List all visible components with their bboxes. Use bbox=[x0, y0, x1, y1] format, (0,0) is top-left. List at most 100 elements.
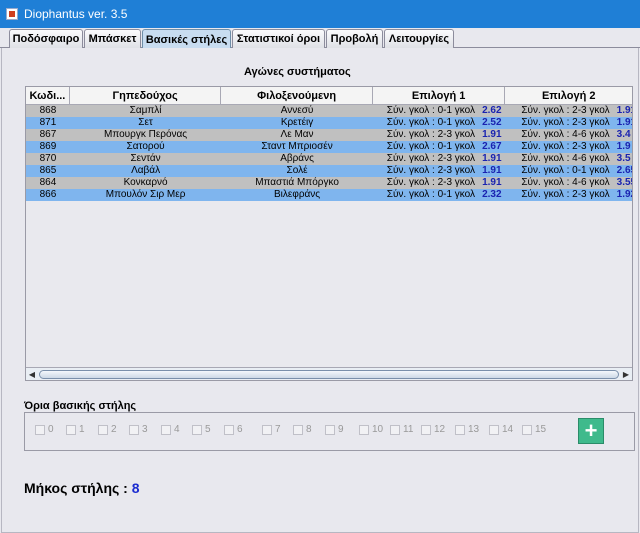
table-row[interactable]: 866 Μπουλόν Σιρ Μερ Βιλεφράνς Σύν. γκολ … bbox=[26, 189, 632, 201]
tab-basic-columns[interactable]: Βασικές στήλες bbox=[142, 29, 231, 49]
table-row[interactable]: 867 Μπουργκ Περόνας Λε Μαν Σύν. γκολ : 2… bbox=[26, 129, 632, 141]
column-header-home[interactable]: Γηπεδούχος bbox=[70, 87, 222, 105]
plus-icon: + bbox=[584, 418, 598, 443]
checkbox-box[interactable] bbox=[359, 424, 369, 435]
column-header-code[interactable]: Κωδι... bbox=[26, 87, 70, 105]
column-header-away[interactable]: Φιλοξενούμενη bbox=[221, 87, 373, 105]
checkbox-box[interactable] bbox=[161, 424, 171, 435]
checkbox-box[interactable] bbox=[35, 424, 45, 435]
cell-option2: Σύν. γκολ : 0-1 γκολ 2.65 bbox=[505, 165, 632, 177]
limit-checkbox-6[interactable]: 6 bbox=[224, 424, 243, 435]
checkbox-label: 15 bbox=[535, 424, 547, 435]
checkbox-label: 12 bbox=[434, 424, 446, 435]
checkbox-box[interactable] bbox=[224, 424, 234, 435]
option2-odd: 2.65 bbox=[616, 165, 632, 176]
option2-text: Σύν. γκολ : 2-3 γκολ bbox=[521, 117, 610, 128]
cell-away: Λε Μαν bbox=[280, 129, 314, 140]
checkbox-box[interactable] bbox=[262, 424, 272, 435]
checkbox-box[interactable] bbox=[293, 424, 303, 435]
scrollbar-thumb[interactable] bbox=[39, 370, 619, 379]
limit-checkbox-1[interactable]: 1 bbox=[66, 424, 85, 435]
option1-odd: 1.91 bbox=[482, 153, 502, 164]
checkbox-box[interactable] bbox=[192, 424, 202, 435]
scroll-right-arrow-icon[interactable]: ▶ bbox=[621, 369, 631, 379]
tab-functions[interactable]: Λειτουργίες bbox=[384, 29, 454, 48]
tab-basketball[interactable]: Μπάσκετ bbox=[84, 29, 141, 48]
checkbox-label: 3 bbox=[142, 424, 148, 435]
cell-code: 866 bbox=[39, 189, 57, 200]
limit-checkbox-15[interactable]: 15 bbox=[522, 424, 546, 435]
cell-option1: Σύν. γκολ : 0-1 γκολ 2.32 bbox=[373, 189, 506, 201]
limit-checkbox-9[interactable]: 9 bbox=[325, 424, 344, 435]
limit-checkbox-12[interactable]: 12 bbox=[421, 424, 445, 435]
cell-away: Μπαστιά Μπόργκο bbox=[255, 177, 339, 188]
cell-option1: Σύν. γκολ : 2-3 γκολ 1.91 bbox=[373, 153, 506, 165]
limit-checkbox-0[interactable]: 0 bbox=[35, 424, 54, 435]
checkbox-label: 10 bbox=[372, 424, 384, 435]
tab-statistical-terms[interactable]: Στατιστικοί όροι bbox=[232, 29, 325, 48]
table-row[interactable]: 864 Κονκαρνό Μπαστιά Μπόργκο Σύν. γκολ :… bbox=[26, 177, 632, 189]
scroll-left-arrow-icon[interactable]: ◀ bbox=[27, 369, 37, 379]
option2-text: Σύν. γκολ : 4-6 γκολ bbox=[521, 153, 610, 164]
option1-odd: 2.32 bbox=[482, 189, 502, 200]
limit-checkbox-13[interactable]: 13 bbox=[455, 424, 479, 435]
cell-option2: Σύν. γκολ : 2-3 γκολ 1.91 bbox=[505, 117, 632, 129]
tab-view[interactable]: Προβολή bbox=[326, 29, 383, 48]
tab-football[interactable]: Ποδόσφαιρο bbox=[9, 29, 83, 48]
limit-checkbox-3[interactable]: 3 bbox=[129, 424, 148, 435]
cell-away: Σταντ Μπριοσέν bbox=[261, 141, 333, 152]
cell-home: Σαμπλί bbox=[129, 105, 162, 116]
cell-option2: Σύν. γκολ : 2-3 γκολ 1.92 bbox=[505, 189, 632, 201]
checkbox-box[interactable] bbox=[522, 424, 532, 435]
cell-option2: Σύν. γκολ : 2-3 γκολ 1.91 bbox=[505, 105, 632, 117]
checkbox-label: 9 bbox=[338, 424, 344, 435]
table-row[interactable]: 871 Σετ Κρετέιγ Σύν. γκολ : 0-1 γκολ 2.52… bbox=[26, 117, 632, 129]
limit-checkbox-2[interactable]: 2 bbox=[98, 424, 117, 435]
limit-checkbox-5[interactable]: 5 bbox=[192, 424, 211, 435]
horizontal-scrollbar[interactable]: ◀ ▶ bbox=[26, 367, 632, 380]
cell-home: Μπουργκ Περόνας bbox=[104, 129, 188, 140]
option2-odd: 3.4 bbox=[616, 129, 631, 140]
table-row[interactable]: 869 Σατορού Σταντ Μπριοσέν Σύν. γκολ : 0… bbox=[26, 141, 632, 153]
option2-odd: 1.91 bbox=[616, 117, 632, 128]
window-title: Diophantus ver. 3.5 bbox=[24, 7, 128, 21]
limit-checkbox-14[interactable]: 14 bbox=[489, 424, 513, 435]
limit-checkbox-10[interactable]: 10 bbox=[359, 424, 383, 435]
add-button[interactable]: + bbox=[578, 418, 604, 444]
checkbox-box[interactable] bbox=[98, 424, 108, 435]
option1-text: Σύν. γκολ : 2-3 γκολ bbox=[386, 165, 476, 176]
checkbox-box[interactable] bbox=[489, 424, 499, 435]
table-row[interactable]: 868 Σαμπλί Αννεσύ Σύν. γκολ : 0-1 γκολ 2.… bbox=[26, 105, 632, 117]
column-length: Μήκος στήλης : 8 bbox=[24, 480, 140, 496]
checkbox-box[interactable] bbox=[325, 424, 335, 435]
checkbox-box[interactable] bbox=[66, 424, 76, 435]
column-header-option1[interactable]: Επιλογή 1 bbox=[373, 87, 506, 105]
option1-odd: 1.91 bbox=[482, 177, 502, 188]
table-row[interactable]: 865 Λαβάλ Σολέ Σύν. γκολ : 2-3 γκολ 1.91 … bbox=[26, 165, 632, 177]
option1-text: Σύν. γκολ : 0-1 γκολ bbox=[386, 117, 476, 128]
cell-option2: Σύν. γκολ : 4-6 γκολ 3.5 bbox=[505, 153, 632, 165]
limit-checkbox-7[interactable]: 7 bbox=[262, 424, 281, 435]
cell-code: 871 bbox=[39, 117, 57, 128]
option2-text: Σύν. γκολ : 4-6 γκολ bbox=[521, 177, 610, 188]
checkbox-box[interactable] bbox=[455, 424, 465, 435]
checkbox-label: 7 bbox=[275, 424, 281, 435]
column-header-option2[interactable]: Επιλογή 2 bbox=[505, 87, 632, 105]
section-title: Αγώνες συστήματος bbox=[244, 66, 351, 78]
checkbox-box[interactable] bbox=[390, 424, 400, 435]
checkbox-label: 6 bbox=[237, 424, 243, 435]
checkbox-label: 14 bbox=[502, 424, 514, 435]
cell-code: 865 bbox=[39, 165, 57, 176]
cell-away: Αννεσύ bbox=[280, 105, 314, 116]
limit-checkbox-11[interactable]: 11 bbox=[390, 424, 413, 435]
checkbox-box[interactable] bbox=[129, 424, 139, 435]
checkbox-box[interactable] bbox=[421, 424, 431, 435]
table-row[interactable]: 870 Σεντάν Αβράνς Σύν. γκολ : 2-3 γκολ 1.… bbox=[26, 153, 632, 165]
cell-home: Σεντάν bbox=[130, 153, 161, 164]
option1-text: Σύν. γκολ : 2-3 γκολ bbox=[386, 153, 476, 164]
limit-checkbox-4[interactable]: 4 bbox=[161, 424, 180, 435]
limit-checkbox-8[interactable]: 8 bbox=[293, 424, 312, 435]
table-body: 868 Σαμπλί Αννεσύ Σύν. γκολ : 0-1 γκολ 2.… bbox=[26, 105, 632, 201]
cell-away: Κρετέιγ bbox=[280, 117, 314, 128]
option1-odd: 1.91 bbox=[482, 129, 502, 140]
